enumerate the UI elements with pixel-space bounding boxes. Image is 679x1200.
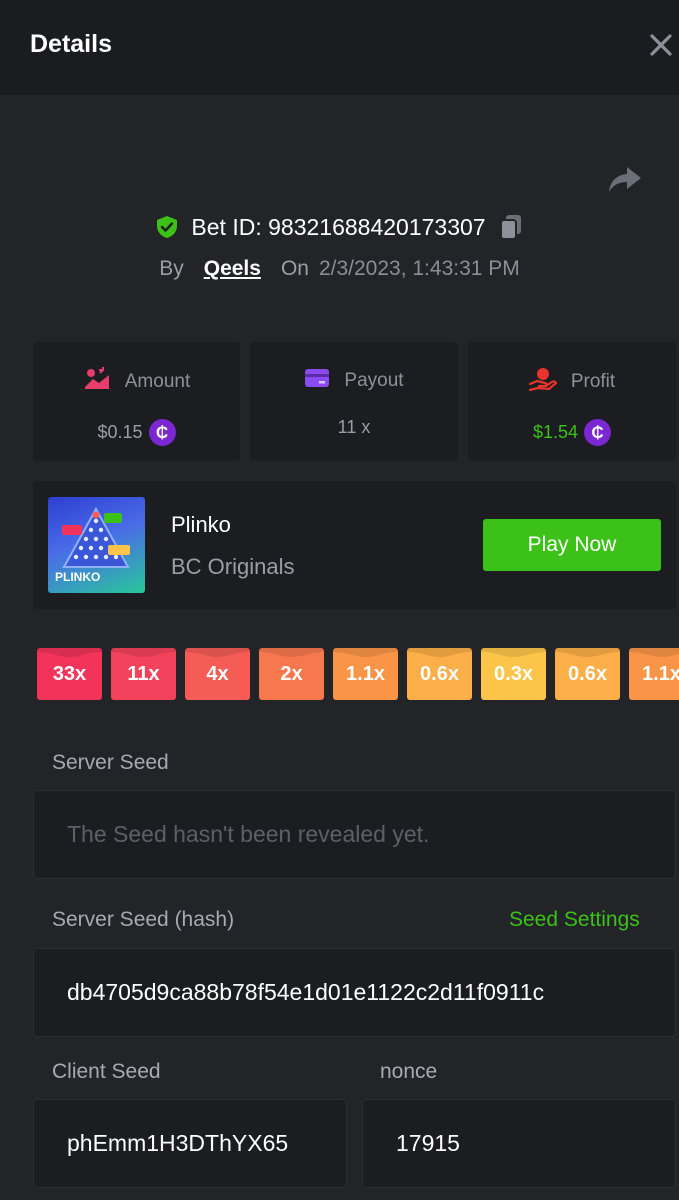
page-title: Details [30, 30, 112, 58]
multiplier-label: 11x [127, 662, 160, 685]
details-header: Details [0, 0, 679, 95]
profit-value: $1.54 [532, 422, 579, 442]
multiplier-label: 1.1x [642, 662, 679, 685]
share-icon[interactable] [607, 163, 643, 195]
close-icon[interactable] [646, 30, 676, 60]
multiplier-chip: 11x [111, 648, 176, 700]
nonce-field[interactable] [362, 1099, 676, 1188]
profit-label: Profit [570, 371, 616, 392]
thumb-text: PLINKO [55, 570, 101, 584]
multiplier-chip: 0.3x [481, 648, 546, 700]
multiplier-label: 1.1x [346, 662, 385, 685]
seed-settings-link[interactable]: Seed Settings [509, 908, 640, 932]
multiplier-chip: 1.1x [629, 648, 679, 700]
server-seed-field[interactable]: The Seed hasn't been revealed yet. [33, 790, 676, 879]
payout-label: Payout [344, 370, 404, 391]
amount-card: Amount $0.15 ₵ [33, 342, 240, 461]
bet-meta-row: By Qeels On 2/3/2023, 1:43:31 PM [0, 254, 679, 284]
game-card: PLINKO Plinko BC Originals Play Now [33, 481, 676, 609]
payout-value: 11 x [337, 417, 371, 437]
multiplier-chip: 0.6x [555, 648, 620, 700]
server-seed-label: Server Seed [52, 751, 169, 774]
client-seed-label: Client Seed [52, 1060, 161, 1083]
username-link[interactable]: Qeels [204, 257, 261, 281]
server-seed-hash-field[interactable] [33, 948, 676, 1037]
nonce-input[interactable] [363, 1100, 675, 1187]
multiplier-chip: 1.1x [333, 648, 398, 700]
client-seed-field[interactable] [33, 1099, 347, 1188]
coin-icon: ₵ [584, 419, 612, 446]
multiplier-chip: 33x [37, 648, 102, 700]
game-name: Plinko [171, 512, 231, 537]
multiplier-label: 0.6x [420, 662, 459, 685]
server-seed-hash-input[interactable] [34, 949, 675, 1036]
server-seed-hash-label: Server Seed (hash) [52, 908, 235, 931]
multiplier-label: 2x [280, 662, 303, 685]
multiplier-label: 33x [52, 662, 87, 685]
multiplier-chip: 0.6x [407, 648, 472, 700]
on-label: On [280, 257, 309, 280]
multiplier-label: 0.3x [494, 662, 533, 685]
bet-id-row: Bet ID: 98321688420173307 [0, 210, 679, 244]
bet-id: Bet ID: 98321688420173307 [191, 213, 486, 240]
play-now-button[interactable]: Play Now [483, 519, 661, 571]
multiplier-chip: 2x [259, 648, 324, 700]
payout-card: Payout 11 x [250, 342, 458, 461]
client-seed-input[interactable] [34, 1100, 346, 1187]
amount-icon [83, 367, 111, 397]
amount-value: $0.15 [97, 422, 143, 442]
game-provider: BC Originals [171, 554, 295, 579]
verified-shield-icon [155, 215, 179, 239]
profit-card: Profit $1.54 ₵ [468, 342, 676, 461]
nonce-label: nonce [380, 1060, 438, 1083]
copy-icon[interactable] [498, 213, 524, 241]
profit-icon [528, 367, 558, 397]
coin-icon: ₵ [148, 419, 176, 446]
multiplier-row: 33x 11x 4x 2x 1.1x 0.6x 0.3x 0.6x 1.1x [37, 648, 679, 700]
by-label: By [159, 257, 184, 280]
amount-label: Amount [124, 371, 191, 392]
bet-date: 2/3/2023, 1:43:31 PM [318, 257, 520, 280]
multiplier-chip: 4x [185, 648, 250, 700]
payout-icon [304, 367, 330, 395]
plinko-thumbnail[interactable]: PLINKO [48, 497, 145, 593]
multiplier-label: 0.6x [568, 662, 607, 685]
multiplier-label: 4x [206, 662, 229, 685]
